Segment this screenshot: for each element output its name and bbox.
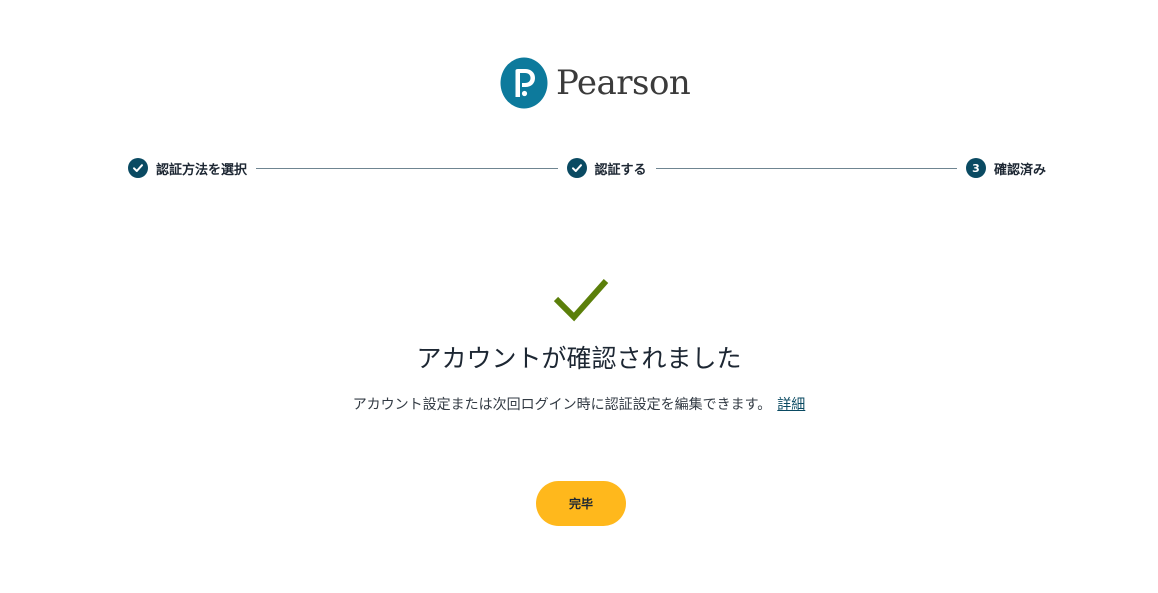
step-select-method: 認証方法を選択 <box>128 158 247 178</box>
details-link[interactable]: 詳細 <box>777 397 805 413</box>
step-number-badge: 3 <box>966 158 986 178</box>
step-authenticate: 認証する <box>566 158 647 178</box>
progress-stepper: 認証方法を選択 認証する 3 確認済み <box>128 158 1046 178</box>
step-label: 認証する <box>594 162 647 178</box>
step-connector <box>256 167 558 169</box>
step-complete-badge <box>566 158 587 178</box>
check-icon <box>133 164 143 172</box>
pearson-logo: Pearson <box>500 56 691 110</box>
description-text: アカウント設定または次回ログイン時に認証設定を編集できます。 詳細 <box>0 394 1158 416</box>
pearson-p-logo-icon <box>500 57 548 109</box>
step-label: 認証方法を選択 <box>156 162 248 178</box>
page-title: アカウントが確認されました <box>416 344 742 373</box>
description-message: アカウント設定または次回ログイン時に認証設定を編集できます。 <box>352 397 772 413</box>
finish-button[interactable]: 完毕 <box>536 481 626 526</box>
check-icon <box>571 164 582 172</box>
verification-complete-page: Pearson 認証方法を選択 認証する 3 確認済み アカウントが確認されまし… <box>0 0 1158 593</box>
step-label: 確認済み <box>994 162 1047 178</box>
step-verified: 3 確認済み <box>966 158 1046 178</box>
checkmark-icon <box>553 279 609 322</box>
step-complete-badge <box>128 158 148 178</box>
pearson-wordmark: Pearson <box>556 63 691 103</box>
step-connector <box>655 167 957 169</box>
